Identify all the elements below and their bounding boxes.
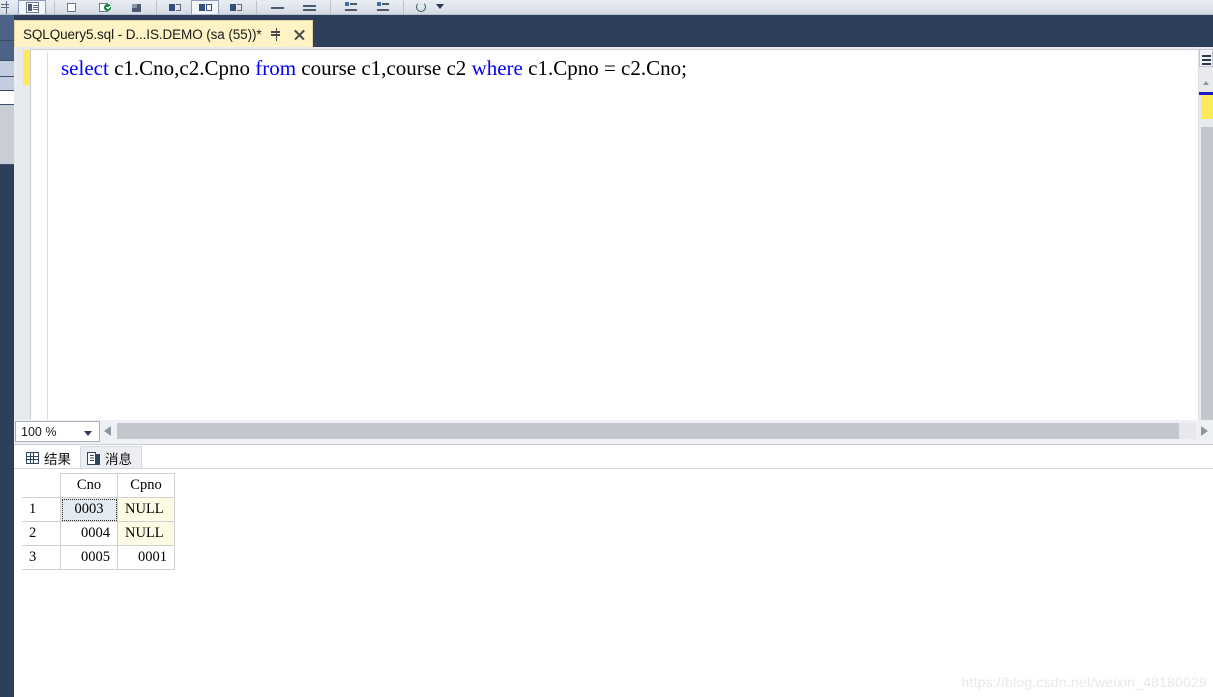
sql-results-to-grid-icon [198,1,213,14]
editor-gutter-divider [47,52,48,423]
stop-icon [129,1,144,14]
results-to-grid-button[interactable] [191,0,219,14]
decrease-indent-icon [344,1,359,14]
ssms-window: SQLQuery5.sql - D...IS.DEMO (sa (55))* s… [0,0,1213,697]
refresh-button[interactable] [410,0,432,14]
row-number[interactable]: 2 [22,521,61,546]
document-tab-sqlquery5[interactable]: SQLQuery5.sql - D...IS.DEMO (sa (55))* [14,20,313,47]
stop-query-button[interactable] [125,0,147,14]
uncomment-lines-button[interactable] [296,0,322,14]
parse-check-icon [98,1,113,14]
editor-status-row: 100 % [14,420,1213,444]
chevron-down-icon[interactable] [84,431,92,436]
row-number[interactable]: 3 [22,545,61,570]
document-tab-title: SQLQuery5.sql - D...IS.DEMO (sa (55))* [23,26,262,42]
uncomment-lines-icon [302,1,317,14]
left-dock-strip [0,15,14,697]
scroll-left-arrow-icon[interactable] [104,426,111,436]
cell-cno[interactable]: 0003 [60,497,118,522]
cell-cpno[interactable]: NULL [117,497,175,522]
tab-results-label: 结果 [44,451,71,467]
left-dock-tab-4[interactable] [0,77,14,91]
table-row[interactable]: 1 0003 NULL [22,497,175,522]
toolbar-overflow-chevron-down-icon[interactable] [436,4,444,9]
results-tabstrip-divider [14,468,1213,469]
refresh-icon [414,1,429,14]
zoom-level-select[interactable]: 100 % [15,421,100,442]
pin-small-icon [0,1,14,14]
horizontal-scroll-thumb[interactable] [117,423,1179,439]
new-query-icon [64,1,79,14]
object-explorer-details-icon [25,1,40,14]
new-query-button[interactable] [60,0,82,14]
sql-query-line[interactable]: select c1.Cno,c2.Cpno from course c1,cou… [61,56,687,81]
editor-change-bar [23,50,30,85]
sql-text-2: course c1,course c2 [296,56,472,80]
sql-keyword-select: select [61,56,109,80]
decrease-indent-button[interactable] [338,0,364,14]
column-header-cpno[interactable]: Cpno [117,473,175,498]
table-row[interactable]: 3 0005 0001 [22,545,175,570]
parse-query-button[interactable] [92,0,118,14]
scrollbar-change-marker [1201,95,1213,119]
results-pane: 结果 消息 Cno Cpno 1 0003 NULL 2 0004 NULL 3… [14,444,1213,697]
sql-results-to-file-icon [229,1,244,14]
tab-messages-label: 消息 [105,452,132,467]
left-dock-tab-1[interactable] [0,15,14,41]
comment-lines-button[interactable] [264,0,290,14]
sql-editor-area: select c1.Cno,c2.Cpno from course c1,cou… [14,47,1213,423]
left-dock-tab-5[interactable] [0,91,14,105]
left-dock-tab-3[interactable] [0,61,14,77]
tab-messages[interactable]: 消息 [80,446,142,469]
sql-results-to-text-icon [168,1,183,14]
zoom-level-value: 100 % [21,424,57,439]
left-dock-tab-2[interactable] [0,41,14,61]
cell-cpno[interactable]: 0001 [117,545,175,570]
watermark-text: https://blog.csdn.net/weixin_48180029 [961,674,1207,690]
sql-text-1: c1.Cno,c2.Cpno [108,56,256,80]
results-to-file-button[interactable] [224,0,248,14]
comment-lines-icon [270,1,285,14]
grid-icon [26,451,39,464]
column-header-cno[interactable]: Cno [60,473,118,498]
toolbar-overflow-left-icon[interactable] [0,0,14,14]
editor-vertical-scrollbar[interactable] [1198,47,1213,420]
sql-editor-pane[interactable]: select c1.Cno,c2.Cpno from course c1,cou… [30,49,1211,423]
increase-indent-icon [376,1,391,14]
increase-indent-button[interactable] [370,0,396,14]
scrollbar-split-button[interactable] [1199,49,1213,67]
results-grid-corner[interactable] [22,473,61,498]
cell-cno[interactable]: 0004 [60,521,118,546]
results-grid[interactable]: Cno Cpno 1 0003 NULL 2 0004 NULL 3 0005 [22,473,175,570]
results-grid-header-row: Cno Cpno [22,473,175,498]
pin-icon[interactable] [270,27,284,41]
tab-results[interactable]: 结果 [20,446,80,469]
sql-keyword-from: from [255,56,297,80]
close-icon[interactable] [293,28,306,41]
results-to-text-button[interactable] [163,0,187,14]
table-row[interactable]: 2 0004 NULL [22,521,175,546]
sql-text-3: c1.Cpno = c2.Cno; [522,56,687,80]
scrollbar-thumb[interactable] [1201,127,1213,420]
scroll-right-arrow-icon[interactable] [1201,426,1208,436]
cell-cpno[interactable]: NULL [117,521,175,546]
row-number[interactable]: 1 [22,497,61,522]
cell-cno[interactable]: 0005 [60,545,118,570]
results-tabstrip: 结果 消息 [20,446,142,469]
scrollbar-marker-caret-icon [1203,81,1209,85]
left-dock-tabs [0,15,14,165]
left-dock-tab-6[interactable] [0,105,14,165]
message-icon [87,451,100,465]
object-explorer-details-button[interactable] [18,0,46,14]
main-toolbar [0,0,1213,15]
sql-keyword-where: where [471,56,523,80]
